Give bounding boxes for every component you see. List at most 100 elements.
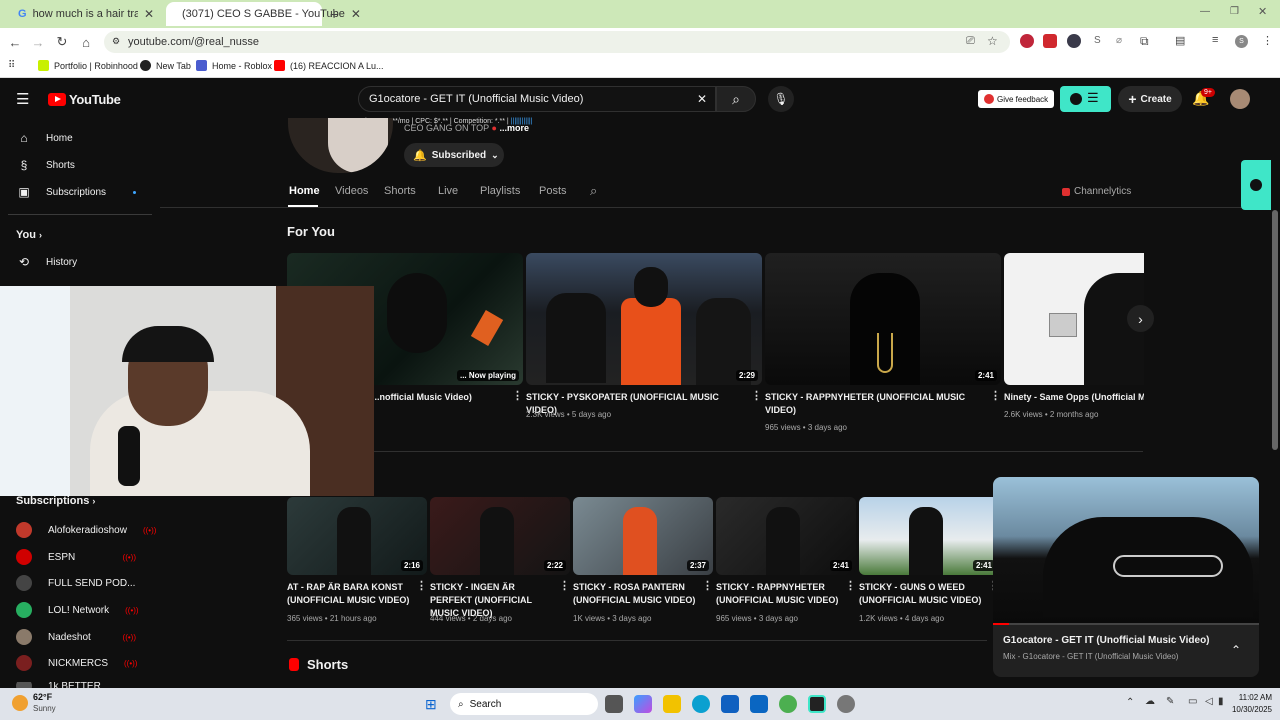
tab-shorts[interactable]: Shorts: [384, 185, 416, 197]
search-input[interactable]: G1ocatore - GET IT (Unofficial Music Vid…: [358, 86, 716, 112]
more-options-icon[interactable]: ⋮: [702, 579, 713, 592]
chrome-icon[interactable]: [779, 695, 797, 713]
channel-avatar[interactable]: [288, 118, 393, 173]
bookmark-roblox[interactable]: Home - Roblox: [196, 60, 272, 71]
extensions-puzzle-icon[interactable]: ⧉: [1140, 34, 1149, 49]
more-options-icon[interactable]: ⋮: [416, 579, 427, 592]
subscription-item[interactable]: Alofokeradioshow ((•)): [16, 522, 156, 538]
home-icon[interactable]: ⌂: [76, 32, 96, 52]
subscription-item[interactable]: NICKMERCS ((•)): [16, 655, 137, 671]
outlook-icon[interactable]: [750, 695, 768, 713]
restore-icon[interactable]: ❐: [1230, 6, 1239, 17]
taskbar-search[interactable]: ⌕ Search: [450, 693, 598, 715]
clock-time[interactable]: 11:02 AM: [1232, 693, 1272, 702]
sidebar-item-home[interactable]: ⌂ Home: [16, 131, 72, 145]
back-icon[interactable]: ←: [5, 32, 25, 52]
video-title[interactable]: STICKY - GUNS O WEED (UNOFFICIAL MUSIC V…: [859, 581, 987, 607]
tab-videos[interactable]: Videos: [335, 185, 368, 197]
create-button[interactable]: + Create: [1118, 86, 1182, 112]
extension-toolbar-button[interactable]: ☰: [1060, 86, 1111, 112]
page-scrollbar[interactable]: [1272, 210, 1278, 450]
close-icon[interactable]: ✕: [351, 7, 361, 21]
volume-icon[interactable]: ◁: [1205, 696, 1213, 707]
more-options-icon[interactable]: ⋮: [845, 579, 856, 592]
subscriptions-heading[interactable]: Subscriptions ›: [16, 495, 95, 507]
windows-start-icon[interactable]: ⊞: [425, 696, 437, 713]
video-title[interactable]: ...nofficial Music Video): [372, 391, 507, 404]
tab-home[interactable]: Home: [289, 185, 320, 197]
chevron-up-icon[interactable]: ⌃: [1231, 643, 1241, 657]
miniplayer[interactable]: G1ocatore - GET IT (Unofficial Music Vid…: [993, 477, 1259, 677]
miniplayer-video[interactable]: [993, 477, 1259, 625]
video-thumbnail[interactable]: 2:41: [716, 497, 856, 575]
store-icon[interactable]: [721, 695, 739, 713]
search-button[interactable]: ⌕: [716, 86, 756, 112]
network-icon[interactable]: ▭: [1188, 696, 1197, 707]
video-thumbnail[interactable]: 2:41: [859, 497, 999, 575]
app-icon[interactable]: [837, 695, 855, 713]
bookmark-new-tab[interactable]: New Tab: [140, 60, 191, 71]
minimize-icon[interactable]: —: [1200, 6, 1210, 17]
video-thumbnail[interactable]: 2:22: [430, 497, 570, 575]
extension-icon[interactable]: [1043, 34, 1057, 48]
subscription-item[interactable]: LOL! Network ((•)): [16, 602, 139, 618]
battery-icon[interactable]: ▮: [1218, 696, 1224, 707]
apps-icon[interactable]: ⠿: [8, 60, 15, 71]
profile-icon[interactable]: S: [1235, 35, 1248, 48]
reload-icon[interactable]: ↻: [52, 32, 72, 52]
bookmark-star-icon[interactable]: ☆: [987, 34, 998, 48]
weather-condition[interactable]: Sunny: [33, 704, 56, 713]
more-options-icon[interactable]: ⋮: [751, 389, 762, 402]
file-explorer-icon[interactable]: [663, 695, 681, 713]
bookmark-robinhood[interactable]: Portfolio | Robinhood: [38, 60, 138, 71]
sidebar-item-shorts[interactable]: § Shorts: [16, 158, 75, 172]
sidebar-item-subscriptions[interactable]: ▣ Subscriptions: [16, 185, 136, 199]
extension-icon[interactable]: [1067, 34, 1081, 48]
video-title[interactable]: STICKY - ROSA PANTERN (UNOFFICIAL MUSIC …: [573, 581, 701, 607]
tab-live[interactable]: Live: [438, 185, 458, 197]
chevron-up-icon[interactable]: ⌃: [1126, 697, 1134, 708]
edge-icon[interactable]: [692, 695, 710, 713]
close-window-icon[interactable]: ✕: [1258, 5, 1267, 18]
channelytics-button[interactable]: Channelytics: [1062, 186, 1131, 197]
extension-icon[interactable]: ⌀: [1116, 35, 1122, 46]
subscription-item[interactable]: ESPN ((•)): [16, 549, 136, 565]
task-view-icon[interactable]: [605, 695, 623, 713]
sidebar-you[interactable]: You ›: [16, 229, 42, 241]
video-thumbnail[interactable]: [1004, 253, 1144, 385]
carousel-next-button[interactable]: ›: [1127, 305, 1154, 332]
video-title[interactable]: STICKY - RAPPNYHETER (UNOFFICIAL MUSIC V…: [716, 581, 844, 607]
account-avatar[interactable]: [1230, 89, 1250, 109]
weather-temp[interactable]: 62°F: [33, 692, 52, 702]
more-options-icon[interactable]: ⋮: [559, 579, 570, 592]
youtube-logo[interactable]: YouTube: [48, 92, 121, 107]
clock-date[interactable]: 10/30/2025: [1226, 705, 1272, 714]
tab-youtube[interactable]: (3071) CEO S GABBE - YouTube ✕: [166, 2, 361, 26]
install-icon[interactable]: ⎚: [966, 35, 975, 48]
video-title[interactable]: AT - RAP ÄR BARA KONST (UNOFFICIAL MUSIC…: [287, 581, 415, 607]
hamburger-icon[interactable]: ☰: [16, 90, 29, 108]
tab-hair-transplant[interactable]: G how much is a hair transplant i ✕: [8, 2, 164, 26]
clear-icon[interactable]: ✕: [697, 92, 707, 106]
forward-icon[interactable]: →: [28, 32, 48, 52]
pen-icon[interactable]: ✎: [1166, 696, 1174, 707]
media-icon[interactable]: ≡: [1212, 34, 1218, 46]
feedback-button[interactable]: Give feedback: [978, 90, 1055, 108]
subscription-item[interactable]: Nadeshot ((•)): [16, 629, 136, 645]
video-thumbnail[interactable]: 2:16: [287, 497, 427, 575]
video-thumbnail[interactable]: 2:37: [573, 497, 713, 575]
tab-posts[interactable]: Posts: [539, 185, 567, 197]
channelytics-side-tab[interactable]: [1241, 160, 1271, 210]
url-input[interactable]: ⚙ youtube.com/@real_nusse: [104, 31, 1010, 53]
more-link[interactable]: ...more: [500, 123, 530, 133]
video-title[interactable]: STICKY - RAPPNYHETER (UNOFFICIAL MUSIC V…: [765, 391, 987, 417]
tab-playlists[interactable]: Playlists: [480, 185, 520, 197]
video-thumbnail[interactable]: 2:29: [526, 253, 762, 385]
extension-icon[interactable]: S: [1094, 35, 1101, 46]
menu-icon[interactable]: ⋮: [1262, 34, 1273, 47]
search-icon[interactable]: ⌕: [590, 183, 597, 199]
video-thumbnail[interactable]: 2:41: [765, 253, 1001, 385]
subscription-item[interactable]: FULL SEND POD...: [16, 575, 136, 591]
site-info-icon[interactable]: ⚙: [112, 36, 120, 47]
mic-button[interactable]: 🎙: [768, 86, 794, 112]
